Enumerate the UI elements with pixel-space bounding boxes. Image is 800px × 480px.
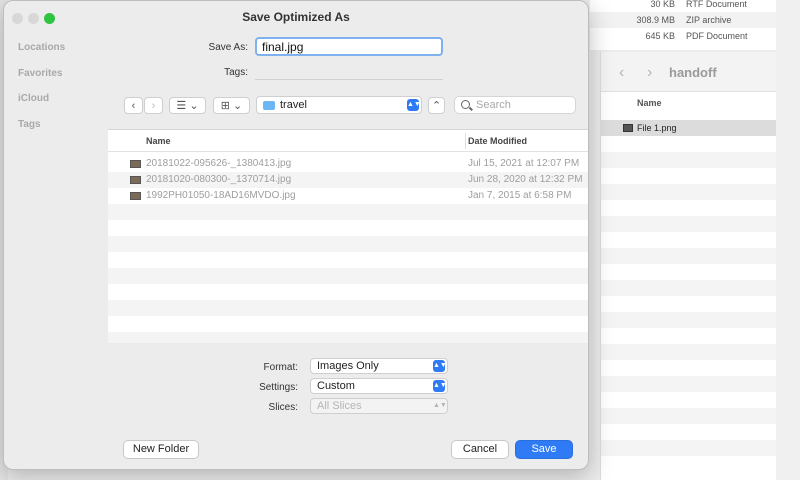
forward-icon[interactable]: › [647,64,652,82]
file-browser: Name Date Modified 20181022-095626-_1380… [108,129,588,343]
image-file-icon [623,124,633,132]
background-window-edge [776,0,800,480]
file-name: 1992PH01050-18AD16MVDO.jpg [146,190,296,201]
dialog-title: Save Optimized As [242,10,350,24]
row-stripe [601,152,781,168]
image-thumbnail-icon [130,176,141,184]
format-label: Format: [263,362,298,373]
row-stripe [601,376,781,392]
file-date: Jul 15, 2021 at 12:07 PM [468,158,580,169]
file-kind: RTF Document [686,0,747,9]
file-kind: ZIP archive [686,15,732,25]
finder-title: handoff [669,65,717,80]
slices-popup[interactable]: All Slices ▲▼ [310,398,448,414]
settings-value: Custom [317,380,355,392]
sidebar-item-favorites[interactable]: Favorites [18,68,62,79]
save-as-input[interactable] [255,37,443,56]
row-stripe [601,408,781,424]
file-date: Jun 28, 2020 at 12:32 PM [468,174,583,185]
column-divider [465,133,466,149]
chevron-right-icon: › [151,99,156,112]
table-row[interactable]: 20181020-080300-_1370714.jpg Jun 28, 202… [108,172,588,188]
search-placeholder: Search [476,99,511,111]
forward-button[interactable]: › [144,97,163,114]
grid-view-icon: ⊞ ⌄ [220,100,243,112]
row-stripe [601,184,781,200]
column-header-name[interactable]: Name [146,136,171,146]
save-button[interactable]: Save [515,440,573,459]
new-folder-button[interactable]: New Folder [123,440,199,459]
row-stripe [601,280,781,296]
popup-stepper-icon: ▲▼ [433,360,447,372]
file-name: 20181022-095626-_1380413.jpg [146,158,292,169]
table-row[interactable]: 1992PH01050-18AD16MVDO.jpg Jan 7, 2015 a… [108,188,588,204]
image-thumbnail-icon [130,160,141,168]
sidebar-item-tags[interactable]: Tags [18,119,41,130]
popup-stepper-icon: ▲▼ [407,99,421,111]
popup-stepper-icon: ▲▼ [433,402,447,409]
cancel-button[interactable]: Cancel [451,440,509,459]
folder-icon [263,101,275,110]
empty-row [108,332,588,343]
image-thumbnail-icon [130,192,141,200]
file-size: 308.9 MB [636,15,675,25]
back-icon[interactable]: ‹ [619,64,624,82]
slices-label: Slices: [268,402,298,413]
settings-label: Settings: [259,382,298,393]
file-kind: PDF Document [686,31,748,41]
list-view-button[interactable]: ☰ ⌄ [169,97,206,114]
row-stripe [601,440,781,456]
grid-view-button[interactable]: ⊞ ⌄ [213,97,250,114]
sidebar: Locations Favorites iCloud Tags [4,33,108,469]
location-label: travel [280,99,307,111]
column-header-name[interactable]: Name [637,98,662,108]
file-date: Jan 7, 2015 at 6:58 PM [468,190,572,201]
table-row[interactable]: 20181022-095626-_1380413.jpg Jul 15, 202… [108,156,588,172]
file-name: File 1.png [637,123,677,133]
location-popup[interactable]: travel ▲▼ [256,96,422,114]
sidebar-item-icloud[interactable]: iCloud [18,93,49,104]
column-headers: Name Date Modified [108,130,588,152]
list-item: 645 KB PDF Document [590,28,780,44]
list-item: 30 KB RTF Document [590,0,780,12]
empty-row [108,300,588,316]
format-value: Images Only [317,360,379,372]
row-stripe [601,216,781,232]
collapse-browser-button[interactable]: ⌃ [428,97,445,114]
file-name: 20181020-080300-_1370714.jpg [146,174,292,185]
column-header-date[interactable]: Date Modified [468,136,527,146]
save-as-label: Save As: [208,42,248,53]
sidebar-item-locations[interactable]: Locations [18,42,65,53]
row-stripe [601,312,781,328]
list-item[interactable]: File 1.png [601,120,781,136]
background-file-list: 30 KB RTF Document 308.9 MB ZIP archive … [590,0,800,50]
settings-popup[interactable]: Custom ▲▼ [310,378,448,394]
chevron-left-icon: ‹ [131,99,136,112]
row-stripe [601,248,781,264]
dialog-titlebar: Save Optimized As [4,1,588,33]
format-popup[interactable]: Images Only ▲▼ [310,358,448,374]
empty-row [108,268,588,284]
tags-label: Tags: [224,67,248,78]
finder-titlebar: ‹ › handoff [601,52,800,92]
empty-row [108,204,588,220]
empty-row [108,236,588,252]
background-finder-window: ‹ › handoff Name File 1.png [600,52,800,480]
popup-stepper-icon: ▲▼ [433,380,447,392]
save-dialog: Save Optimized As Locations Favorites iC… [3,0,589,470]
search-icon [461,100,470,109]
search-field[interactable]: Search [454,96,576,114]
list-view-icon: ☰ ⌄ [176,100,199,112]
tags-field[interactable] [255,65,443,80]
file-size: 645 KB [645,31,675,41]
chevron-up-icon: ⌃ [431,100,442,112]
slices-value: All Slices [317,400,362,412]
list-item: 308.9 MB ZIP archive [590,12,780,28]
back-button[interactable]: ‹ [124,97,143,114]
file-size: 30 KB [650,0,675,9]
row-stripe [601,344,781,360]
